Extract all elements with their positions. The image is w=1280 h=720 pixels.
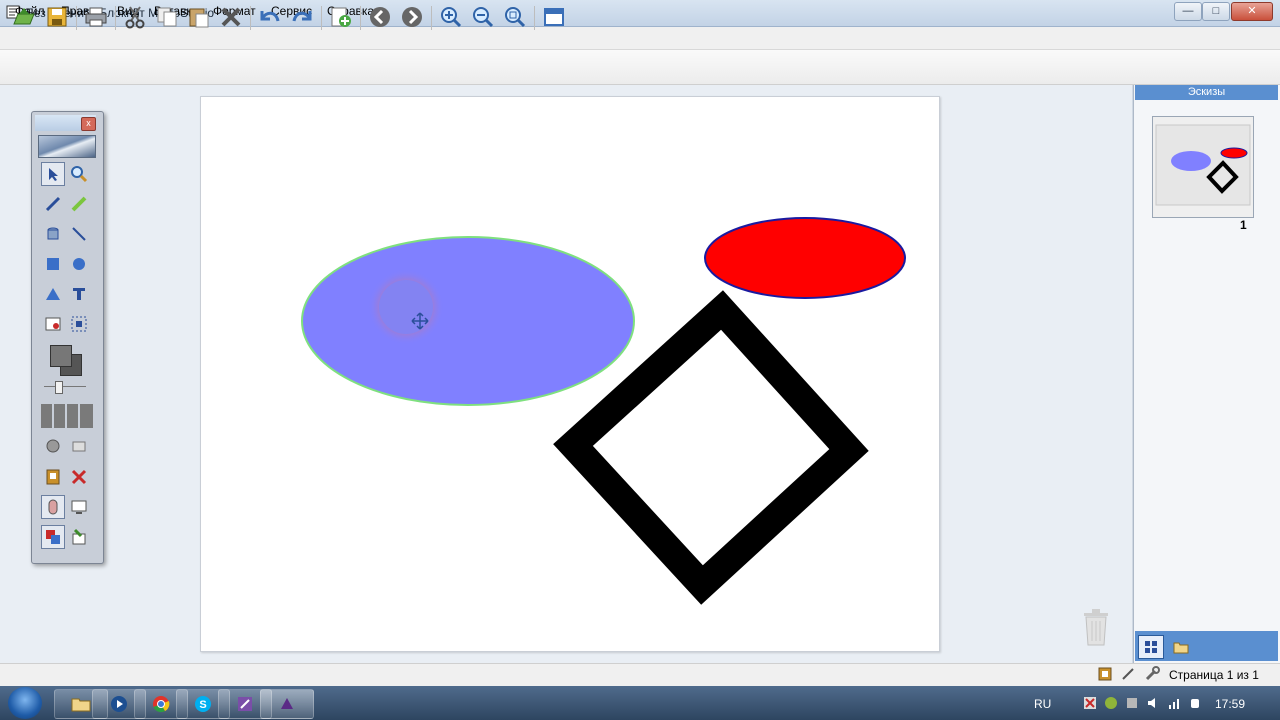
- desktop-icon: [71, 500, 87, 514]
- ellipse-tool[interactable]: [67, 252, 91, 276]
- status-bar: [0, 663, 1280, 686]
- gallery-tool[interactable]: [41, 434, 65, 458]
- folder-icon: [1173, 642, 1189, 654]
- thumbnails-tab[interactable]: [1138, 635, 1164, 659]
- network-icon[interactable]: [1167, 696, 1181, 710]
- red-ellipse[interactable]: [704, 217, 906, 299]
- highlighter-icon: [71, 196, 87, 212]
- image-icon: [45, 317, 61, 331]
- rectangle-icon: [47, 258, 59, 270]
- skype-icon: S: [195, 696, 211, 712]
- tray-app-icon[interactable]: [1125, 696, 1139, 710]
- text-icon: [73, 288, 85, 300]
- gallery-tab[interactable]: [1168, 635, 1194, 659]
- highlighter-tool[interactable]: [67, 192, 91, 216]
- tray-hand-icon[interactable]: [1188, 696, 1202, 710]
- thickness-slider-handle[interactable]: [55, 381, 63, 394]
- insert-tool[interactable]: [67, 525, 91, 549]
- palette-preview-image: [38, 135, 96, 158]
- selection-spot: [379, 280, 433, 334]
- volume-icon[interactable]: [1146, 696, 1160, 710]
- select-tool[interactable]: [41, 162, 65, 186]
- pen-status-icon[interactable]: [1120, 666, 1136, 682]
- rectangle-tool[interactable]: [41, 252, 65, 276]
- pen-icon: [45, 196, 61, 212]
- page-indicator: Страница 1 из 1: [1169, 668, 1259, 682]
- recorder-tool[interactable]: [41, 465, 65, 489]
- text-tool[interactable]: [67, 282, 91, 306]
- tray-status-icon[interactable]: [1104, 696, 1118, 710]
- language-indicator[interactable]: RU: [1034, 697, 1051, 711]
- record-icon[interactable]: [1097, 666, 1113, 682]
- desktop-tool[interactable]: [67, 495, 91, 519]
- gallery-icon: [46, 439, 60, 453]
- line-tool[interactable]: [67, 222, 91, 246]
- start-button[interactable]: [8, 687, 42, 719]
- mouse-mode-tool[interactable]: [41, 495, 65, 519]
- folder-taskbar-icon: [71, 698, 91, 712]
- color-swatches[interactable]: [41, 404, 93, 428]
- palette-close-button[interactable]: x: [81, 117, 96, 131]
- layer-tool[interactable]: [41, 525, 65, 549]
- eraser-tool[interactable]: [41, 222, 65, 246]
- color-picker[interactable]: [48, 344, 84, 378]
- pen-tool[interactable]: [41, 192, 65, 216]
- media-icon: [111, 696, 127, 712]
- notebook-taskbar-icon: [238, 697, 252, 711]
- line-icon: [72, 227, 86, 241]
- mouse-icon: [48, 499, 58, 515]
- page-thumbnail[interactable]: [1152, 116, 1254, 218]
- eraser-icon: [47, 227, 59, 240]
- tray-flag-icon[interactable]: [1083, 696, 1097, 710]
- chrome-icon: [153, 696, 170, 713]
- reveal-tool[interactable]: [67, 434, 91, 458]
- screen-clip-tool[interactable]: [67, 312, 91, 336]
- triangle-icon: [46, 288, 60, 300]
- pointer-icon: [49, 168, 58, 181]
- tools-tool[interactable]: [67, 465, 91, 489]
- taskbar-mimio[interactable]: [260, 689, 314, 719]
- zoom-tool[interactable]: [67, 162, 91, 186]
- clock[interactable]: 17:59: [1215, 697, 1245, 711]
- recorder-icon: [46, 469, 60, 485]
- mimio-icon: [281, 698, 293, 709]
- ellipse-icon: [73, 258, 85, 270]
- trash-icon[interactable]: [1080, 607, 1112, 647]
- insert-icon: [72, 528, 86, 545]
- thumbnails-header: Эскизы: [1135, 85, 1278, 100]
- screen-clip-icon: [71, 316, 87, 332]
- grid-icon: [1145, 641, 1157, 653]
- image-tool[interactable]: [41, 312, 65, 336]
- layer-icon: [46, 530, 60, 544]
- triangle-tool[interactable]: [41, 282, 65, 306]
- blue-ellipse[interactable]: [301, 236, 635, 406]
- wrench-icon[interactable]: [1144, 666, 1160, 682]
- zoom-tool-icon: [71, 166, 88, 183]
- thickness-slider-track: [44, 386, 86, 387]
- svg-text:S: S: [199, 699, 206, 711]
- reveal-icon: [72, 441, 86, 452]
- tools-icon: [71, 469, 87, 485]
- line-color-swatch[interactable]: [50, 345, 72, 367]
- thumbnail-page-number: 1: [1240, 218, 1247, 232]
- thumbnail-preview: [1155, 124, 1251, 206]
